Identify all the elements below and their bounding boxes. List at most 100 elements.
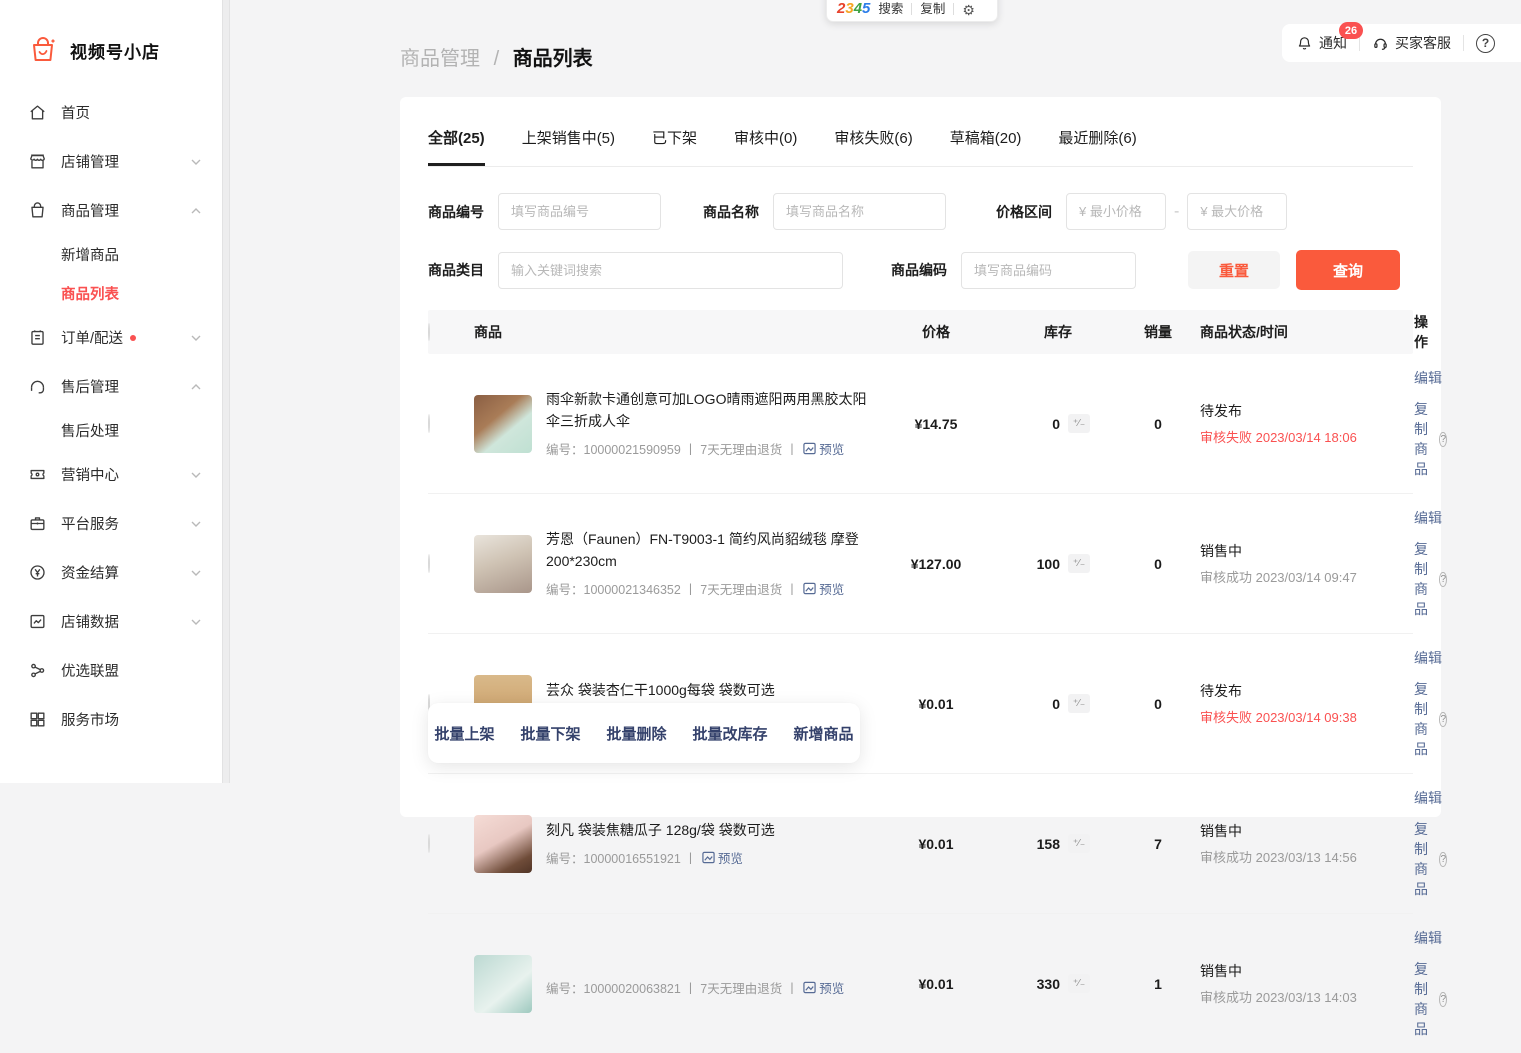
help-icon[interactable]: ? [1439, 992, 1447, 1007]
stock-edit-icon[interactable]: ⁺⁄₋ [1068, 414, 1090, 433]
sidebar-scrollbar[interactable] [222, 0, 230, 783]
sidebar-subitem-label: 新增商品 [61, 244, 119, 265]
stock-value: 0 [1052, 416, 1060, 432]
stock-value: 0 [1052, 696, 1060, 712]
preview-link[interactable]: 预览 [803, 579, 844, 598]
sidebar-item-product-management[interactable]: 商品管理 [0, 186, 222, 235]
category-label: 商品类目 [428, 260, 484, 280]
divider [1463, 35, 1464, 51]
sidebar-item-preferred-alliance[interactable]: 优选联盟 [0, 646, 222, 695]
product-name: 雨伞新款卡通创意可加LOGO晴雨遮阳两用黑胶太阳伞三折成人伞 [546, 389, 876, 432]
bulk-on-shelf-button[interactable]: 批量上架 [421, 723, 507, 744]
bulk-off-shelf-button[interactable]: 批量下架 [507, 723, 593, 744]
help-icon[interactable]: ? [1439, 852, 1447, 867]
sidebar-subitem-label: 售后处理 [61, 420, 119, 441]
min-price-input[interactable] [1066, 193, 1166, 230]
bulk-edit-stock-button[interactable]: 批量改库存 [680, 723, 781, 744]
stock-edit-icon[interactable]: ⁺⁄₋ [1068, 974, 1090, 993]
toolbar-copy-button[interactable]: 复制 [920, 0, 945, 17]
tab-off-shelf[interactable]: 已下架 [652, 127, 697, 166]
preview-link[interactable]: 预览 [803, 978, 844, 997]
price-value: ¥0.01 [882, 976, 990, 992]
sidebar-subitem-add-product[interactable]: 新增商品 [0, 235, 222, 274]
row-checkbox[interactable] [428, 414, 430, 433]
product-code-input[interactable] [961, 252, 1136, 289]
shop-bag-logo-icon [28, 35, 58, 65]
notifications-button[interactable]: 通知 26 [1296, 33, 1347, 53]
sidebar-item-orders-delivery[interactable]: 订单/配送 [0, 313, 222, 362]
copy-product-link[interactable]: 复制商品? [1414, 399, 1447, 479]
reset-button[interactable]: 重置 [1188, 251, 1280, 289]
help-icon[interactable]: ? [1476, 34, 1495, 53]
edit-link[interactable]: 编辑 [1414, 368, 1442, 388]
preview-link[interactable]: 预览 [803, 439, 844, 458]
edit-link[interactable]: 编辑 [1414, 928, 1442, 948]
bulk-delete-button[interactable]: 批量删除 [594, 723, 680, 744]
status-text: 销售中 [1200, 541, 1414, 561]
select-all-checkbox[interactable] [428, 323, 430, 341]
sidebar-item-platform-services[interactable]: 平台服务 [0, 499, 222, 548]
stock-edit-icon[interactable]: ⁺⁄₋ [1068, 554, 1090, 573]
tab-on-sale[interactable]: 上架销售中(5) [522, 127, 615, 166]
buyer-service-label: 买家客服 [1395, 33, 1451, 53]
tab-drafts[interactable]: 草稿箱(20) [950, 127, 1022, 166]
page-title: 商品列表 [513, 48, 593, 70]
copy-product-link[interactable]: 复制商品? [1414, 959, 1447, 1039]
row-checkbox[interactable] [428, 554, 430, 573]
edit-link[interactable]: 编辑 [1414, 508, 1442, 528]
sidebar-item-label: 商品管理 [61, 200, 119, 221]
help-icon[interactable]: ? [1439, 712, 1447, 727]
buyer-service-button[interactable]: 买家客服 [1372, 33, 1451, 53]
sidebar-item-label: 订单/配送 [61, 327, 123, 348]
sidebar-subitem-label: 商品列表 [61, 283, 119, 304]
chart-icon [28, 612, 47, 631]
sidebar-item-funds-settlement[interactable]: 资金结算 [0, 548, 222, 597]
tab-recently-deleted[interactable]: 最近删除(6) [1058, 127, 1136, 166]
breadcrumb-parent[interactable]: 商品管理 [400, 48, 480, 70]
search-button[interactable]: 查询 [1296, 250, 1400, 290]
status-text: 销售中 [1200, 961, 1414, 981]
toolbar-search-button[interactable]: 搜索 [878, 0, 903, 17]
copy-product-link[interactable]: 复制商品? [1414, 819, 1447, 899]
product-name-input[interactable] [773, 193, 946, 230]
max-price-input[interactable] [1187, 193, 1287, 230]
tab-all[interactable]: 全部(25) [428, 127, 485, 166]
sidebar-item-service-market[interactable]: 服务市场 [0, 695, 222, 744]
product-id-input[interactable] [498, 193, 661, 230]
sidebar-item-marketing-center[interactable]: 营销中心 [0, 450, 222, 499]
yuan-icon [28, 563, 47, 582]
sidebar-item-shop-data[interactable]: 店铺数据 [0, 597, 222, 646]
sidebar-item-label: 店铺数据 [61, 611, 119, 632]
stock-edit-icon[interactable]: ⁺⁄₋ [1068, 834, 1090, 853]
help-icon[interactable]: ? [1439, 432, 1447, 447]
table-row: 雨伞新款卡通创意可加LOGO晴雨遮阳两用黑胶太阳伞三折成人伞 编号：100000… [428, 354, 1413, 494]
status-detail: 审核成功 2023/03/13 14:03 [1200, 987, 1414, 1006]
gear-icon[interactable]: ⚙ [962, 3, 975, 17]
product-name: 芳恩（Faunen）FN-T9003-1 简约风尚貂绒毯 摩登 200*230c… [546, 529, 876, 572]
category-input[interactable] [498, 252, 843, 289]
tab-review-failed[interactable]: 审核失败(6) [834, 127, 912, 166]
product-meta: 编号：10000016551921 丨 [546, 848, 697, 867]
shop-icon [28, 152, 47, 171]
sidebar-subitem-product-list[interactable]: 商品列表 [0, 274, 222, 313]
stock-edit-icon[interactable]: ⁺⁄₋ [1068, 694, 1090, 713]
order-icon [28, 328, 47, 347]
sidebar-item-label: 营销中心 [61, 464, 119, 485]
sidebar-subitem-aftersales-handling[interactable]: 售后处理 [0, 411, 222, 450]
sidebar-item-aftersales-management[interactable]: 售后管理 [0, 362, 222, 411]
help-icon[interactable]: ? [1439, 572, 1447, 587]
sidebar-item-home[interactable]: 首页 [0, 88, 222, 137]
sidebar-item-shop-management[interactable]: 店铺管理 [0, 137, 222, 186]
copy-product-link[interactable]: 复制商品? [1414, 679, 1447, 759]
row-checkbox[interactable] [428, 834, 430, 853]
chevron-up-icon [190, 381, 202, 393]
add-product-button[interactable]: 新增商品 [781, 723, 867, 744]
edit-link[interactable]: 编辑 [1414, 788, 1442, 808]
edit-link[interactable]: 编辑 [1414, 648, 1442, 668]
app-title: 视频号小店 [70, 38, 160, 63]
tab-under-review[interactable]: 审核中(0) [734, 127, 797, 166]
copy-product-link[interactable]: 复制商品? [1414, 539, 1447, 619]
headset-icon [1372, 35, 1389, 52]
share-icon [28, 661, 47, 680]
preview-link[interactable]: 预览 [702, 848, 743, 867]
